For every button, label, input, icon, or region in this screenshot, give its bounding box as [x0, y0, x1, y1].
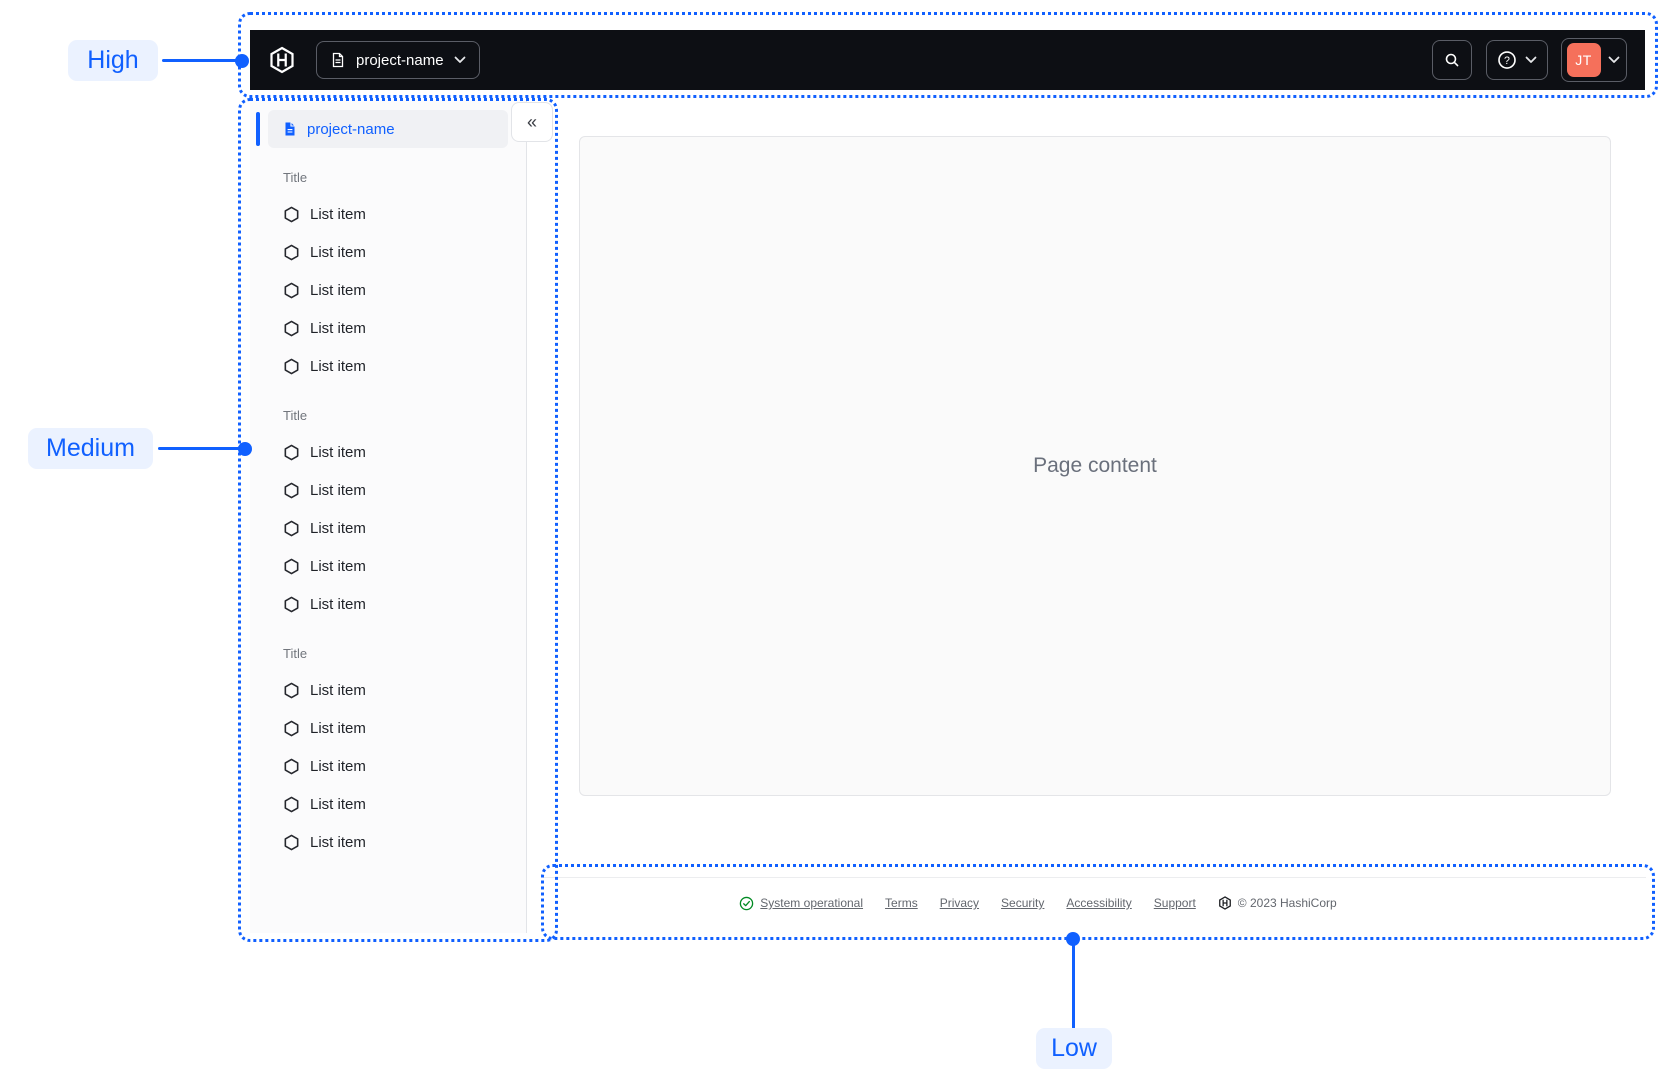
- sidebar-list-item[interactable]: List item: [283, 271, 493, 309]
- list-item-label: List item: [310, 243, 366, 261]
- sidebar-list-item[interactable]: List item: [283, 233, 493, 271]
- annotation-label-medium: Medium: [28, 428, 153, 469]
- hexagon-icon: [283, 720, 300, 737]
- sidebar-section-3: Title List item List item List item List…: [283, 646, 493, 861]
- sidebar-section-title: Title: [283, 646, 308, 661]
- hexagon-icon: [283, 558, 300, 575]
- user-avatar: JT: [1566, 43, 1601, 77]
- system-status-label: System operational: [760, 896, 864, 910]
- document-icon: [282, 121, 298, 137]
- hexagon-icon: [283, 482, 300, 499]
- list-item-label: List item: [310, 719, 366, 737]
- footer-link-privacy[interactable]: Privacy: [940, 896, 979, 910]
- user-menu-button[interactable]: JT: [1561, 38, 1627, 82]
- sidebar-section-2: Title List item List item List item List…: [283, 408, 493, 623]
- check-circle-icon: [739, 896, 754, 911]
- sidebar-collapse-button[interactable]: «: [511, 102, 553, 142]
- footer-link-terms[interactable]: Terms: [885, 896, 918, 910]
- question-circle-icon: ?: [1497, 50, 1517, 70]
- hashicorp-logo-small: [1218, 896, 1232, 910]
- sidebar-list-item[interactable]: List item: [283, 671, 493, 709]
- sidebar-list-item[interactable]: List item: [283, 471, 493, 509]
- hexagon-icon: [283, 320, 300, 337]
- footer: System operational Terms Privacy Securit…: [483, 889, 1593, 917]
- footer-link-accessibility[interactable]: Accessibility: [1066, 896, 1131, 910]
- hexagon-icon: [283, 682, 300, 699]
- sidebar-list-item[interactable]: List item: [283, 823, 493, 861]
- chevron-down-icon: [454, 56, 466, 64]
- sidebar-list-item[interactable]: List item: [283, 509, 493, 547]
- sidebar-list-item[interactable]: List item: [283, 785, 493, 823]
- help-menu-button[interactable]: ?: [1486, 40, 1548, 80]
- sidebar-list-item[interactable]: List item: [283, 347, 493, 385]
- footer-link-support[interactable]: Support: [1154, 896, 1196, 910]
- chevron-down-icon: [1525, 56, 1537, 64]
- list-item-label: List item: [310, 319, 366, 337]
- list-item-label: List item: [310, 681, 366, 699]
- sidebar-list-item[interactable]: List item: [283, 709, 493, 747]
- hexagon-icon: [283, 758, 300, 775]
- copyright-text: © 2023 HashiCorp: [1237, 896, 1337, 910]
- list-item-label: List item: [310, 205, 366, 223]
- annotation-label-high: High: [68, 40, 158, 81]
- hexagon-icon: [283, 520, 300, 537]
- page-canvas: project-name ? JT project-name « Title L…: [0, 0, 1672, 1078]
- sidebar-section-title: Title: [283, 408, 308, 423]
- list-item-label: List item: [310, 443, 366, 461]
- sidebar-section-1: Title List item List item List item List…: [283, 170, 493, 385]
- list-item-label: List item: [310, 481, 366, 499]
- page-content-area: Page content: [579, 136, 1611, 796]
- system-status-link[interactable]: System operational: [739, 896, 863, 911]
- annotation-connector-medium: [158, 447, 245, 450]
- annotation-connector-high: [162, 59, 242, 62]
- hexagon-icon: [283, 358, 300, 375]
- chevron-down-icon: [1608, 56, 1620, 64]
- hexagon-icon: [283, 834, 300, 851]
- annotation-dot-medium: [238, 442, 252, 456]
- list-item-label: List item: [310, 519, 366, 537]
- footer-divider: [543, 877, 1646, 878]
- sidebar-list-item[interactable]: List item: [283, 585, 493, 623]
- hexagon-icon: [283, 796, 300, 813]
- sidebar-item-label: project-name: [307, 120, 395, 138]
- sidebar-list-item[interactable]: List item: [283, 747, 493, 785]
- list-item-label: List item: [310, 833, 366, 851]
- sidebar-list-item[interactable]: List item: [283, 195, 493, 233]
- list-item-label: List item: [310, 795, 366, 813]
- footer-link-security[interactable]: Security: [1001, 896, 1044, 910]
- sidebar-item-project-name[interactable]: project-name: [268, 110, 508, 148]
- annotation-dot-high: [235, 54, 249, 68]
- list-item-label: List item: [310, 757, 366, 775]
- hexagon-icon: [283, 444, 300, 461]
- search-button[interactable]: [1432, 40, 1472, 80]
- sidebar-section-title: Title: [283, 170, 308, 185]
- list-item-label: List item: [310, 357, 366, 375]
- annotation-connector-low: [1072, 939, 1075, 1029]
- hexagon-icon: [283, 244, 300, 261]
- hexagon-icon: [283, 206, 300, 223]
- magnifier-icon: [1444, 52, 1460, 68]
- sidebar-list-item[interactable]: List item: [283, 433, 493, 471]
- list-item-label: List item: [310, 281, 366, 299]
- sidebar-list-item[interactable]: List item: [283, 309, 493, 347]
- page-content-placeholder: Page content: [1033, 454, 1157, 477]
- hexagon-icon: [283, 282, 300, 299]
- hexagon-icon: [283, 596, 300, 613]
- copyright: © 2023 HashiCorp: [1218, 896, 1337, 910]
- annotation-label-low: Low: [1036, 1028, 1112, 1069]
- top-navbar: project-name ? JT: [250, 30, 1645, 90]
- svg-text:?: ?: [1504, 55, 1510, 67]
- hashicorp-logo: [268, 46, 296, 74]
- annotation-dot-low: [1066, 932, 1080, 946]
- active-item-indicator: [256, 112, 260, 146]
- collapse-icon: «: [526, 111, 537, 132]
- list-item-label: List item: [310, 557, 366, 575]
- sidebar: project-name « Title List item List item…: [250, 100, 553, 933]
- list-item-label: List item: [310, 595, 366, 613]
- sidebar-list-item[interactable]: List item: [283, 547, 493, 585]
- project-switcher-button[interactable]: project-name: [316, 41, 480, 79]
- document-icon: [330, 52, 346, 68]
- project-switcher-label: project-name: [356, 51, 444, 69]
